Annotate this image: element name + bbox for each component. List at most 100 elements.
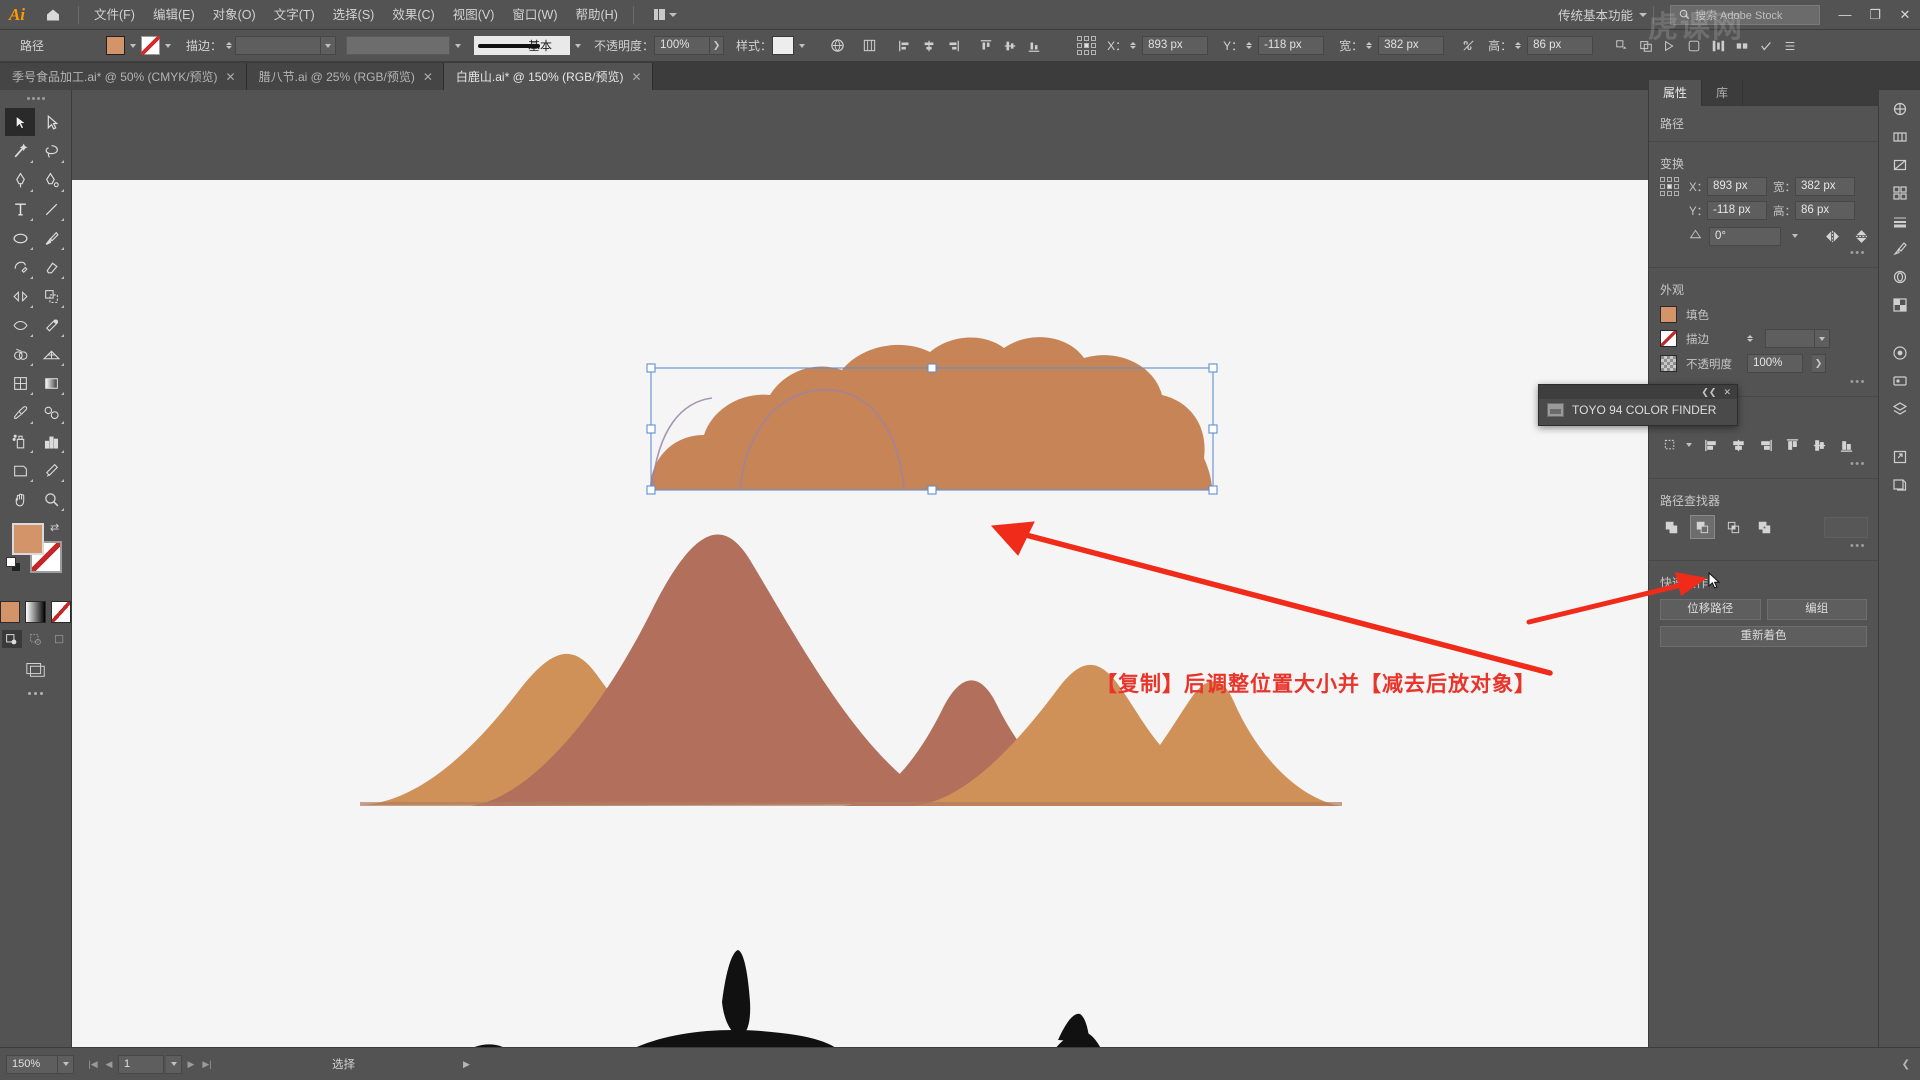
close-icon[interactable]: ✕ (631, 71, 641, 83)
pathfinder-exclude-icon[interactable] (1753, 516, 1776, 538)
panel-reference-point-selector[interactable] (1660, 177, 1679, 196)
x-stepper[interactable] (1130, 42, 1137, 49)
shape-builder-tool[interactable] (5, 340, 35, 368)
direct-selection-tool[interactable] (36, 108, 66, 136)
width-tool[interactable] (5, 311, 35, 339)
preferences-icon[interactable] (858, 35, 880, 57)
status-bar-right-icon[interactable]: ❮ (1902, 1059, 1910, 1070)
swap-fill-stroke-icon[interactable]: ⇄ (50, 521, 59, 534)
screen-mode-icon[interactable] (0, 660, 71, 678)
align-middle-v-icon[interactable] (999, 35, 1021, 57)
pen-tool[interactable] (5, 166, 35, 194)
y-stepper[interactable] (1246, 42, 1253, 49)
dock-stroke-icon[interactable] (1885, 208, 1915, 234)
dock-appearance-icon[interactable] (1885, 340, 1915, 366)
tab-properties[interactable]: 属性 (1649, 80, 1703, 106)
tab-libraries[interactable]: 库 (1702, 80, 1744, 106)
arrange-icon[interactable] (1635, 35, 1657, 57)
panel-stroke-weight-field[interactable] (1765, 329, 1815, 348)
panel-stroke-weight-combo[interactable] (1765, 329, 1830, 348)
panel-align-right-icon[interactable] (1754, 434, 1777, 456)
document-setup-icon[interactable] (826, 35, 848, 57)
zoom-control[interactable]: 150% (0, 1054, 74, 1074)
menu-view[interactable]: 视图(V) (444, 0, 504, 30)
column-graph-tool[interactable] (36, 427, 66, 455)
offset-path-button[interactable]: 位移路径 (1660, 599, 1761, 620)
dock-color-guide-icon[interactable] (1885, 124, 1915, 150)
artboard-tool[interactable] (5, 456, 35, 484)
panel-fill-swatch[interactable] (1660, 306, 1677, 323)
flip-horizontal-icon[interactable] (1821, 225, 1844, 247)
distribute-icon[interactable] (1707, 35, 1729, 57)
artboard-number-field[interactable]: 1 (118, 1054, 164, 1074)
document-tab-1[interactable]: 季号食品加工.ai* @ 50% (CMYK/预览) ✕ (0, 63, 247, 90)
eraser-tool[interactable] (36, 253, 66, 281)
confirm-icon[interactable] (1755, 35, 1777, 57)
height-stepper[interactable] (1515, 42, 1522, 49)
zoom-tool[interactable] (36, 485, 66, 513)
pathfinder-minus-front-icon[interactable] (1690, 515, 1715, 539)
restore-button[interactable]: ❐ (1860, 0, 1890, 30)
width-field[interactable]: 382 px (1378, 36, 1445, 55)
align-bottom-icon[interactable] (1023, 35, 1045, 57)
pathfinder-more-options[interactable]: ••• (1649, 540, 1878, 556)
document-tab-3[interactable]: 白鹿山.ai* @ 150% (RGB/预览) ✕ (443, 63, 653, 90)
dock-graphic-styles-icon[interactable] (1885, 368, 1915, 394)
align-to-selection-icon[interactable] (1659, 434, 1682, 456)
opacity-field[interactable]: 100% (654, 36, 711, 55)
align-more-options[interactable]: ••• (1649, 458, 1878, 474)
align-right-icon[interactable] (942, 35, 964, 57)
type-tool[interactable] (5, 195, 35, 223)
panel-height-field[interactable]: 86 px (1795, 201, 1855, 220)
panel-x-field[interactable]: 893 px (1707, 177, 1767, 196)
dock-symbols-icon[interactable] (1885, 264, 1915, 290)
next-artboard-icon[interactable]: ▶ (184, 1055, 198, 1074)
lock-proportions-icon[interactable] (1457, 35, 1479, 57)
status-expand-icon[interactable]: ▶ (463, 1059, 470, 1070)
stroke-weight-chevron-down-icon[interactable] (321, 36, 337, 55)
blend-tool[interactable] (36, 398, 66, 426)
hand-tool[interactable] (5, 485, 35, 513)
transform-more-options[interactable]: ••• (1649, 247, 1878, 263)
stroke-weight-field[interactable] (235, 36, 322, 55)
fill-color-swatch[interactable] (106, 36, 126, 55)
stroke-style-field[interactable] (346, 36, 451, 55)
align-left-icon[interactable] (894, 35, 916, 57)
dock-swatches-icon[interactable] (1885, 180, 1915, 206)
menu-object[interactable]: 对象(O) (204, 0, 265, 30)
panel-y-field[interactable]: -118 px (1707, 201, 1767, 220)
last-artboard-icon[interactable]: ▶| (200, 1055, 214, 1074)
toolbar-more-icon[interactable] (0, 692, 71, 695)
panel-width-field[interactable]: 382 px (1795, 177, 1855, 196)
menu-select[interactable]: 选择(S) (324, 0, 384, 30)
toyo-panel-titlebar[interactable]: ❮❮ ✕ (1539, 385, 1737, 399)
fill-color-box[interactable] (12, 523, 44, 555)
width-stepper[interactable] (1366, 42, 1373, 49)
workspace-label[interactable]: 传统基本功能 (1552, 5, 1639, 24)
workspace-chevron-down-icon[interactable] (1639, 12, 1647, 17)
adobe-stock-search[interactable]: 搜索 Adobe Stock (1670, 4, 1820, 25)
panel-align-top-icon[interactable] (1781, 434, 1804, 456)
panel-opacity-chevron-right-icon[interactable]: ❯ (1812, 354, 1826, 373)
free-transform-tool[interactable] (36, 311, 66, 339)
line-segment-tool[interactable] (36, 195, 66, 223)
panel-align-bottom-icon[interactable] (1835, 434, 1858, 456)
color-mode-button[interactable] (0, 601, 21, 623)
dock-transparency-icon[interactable] (1885, 292, 1915, 318)
selection-tool[interactable] (5, 108, 35, 136)
dock-gradient-icon[interactable] (1885, 152, 1915, 178)
toolbar-drag-handle[interactable] (0, 90, 71, 106)
style-chevron-down-icon[interactable] (799, 43, 806, 48)
eyedropper-tool[interactable] (5, 398, 35, 426)
lasso-tool[interactable] (36, 137, 66, 165)
minimize-button[interactable]: — (1830, 0, 1860, 30)
panel-angle-field[interactable]: 0° (1709, 226, 1781, 246)
panel-menu-icon[interactable] (1779, 35, 1801, 57)
panel-opacity-field[interactable]: 100% (1747, 354, 1803, 373)
graphic-style-swatch[interactable] (772, 36, 795, 55)
isolate-icon[interactable] (1683, 35, 1705, 57)
opacity-chevron-right-icon[interactable]: ❯ (710, 36, 725, 55)
pathfinder-intersect-icon[interactable] (1722, 516, 1745, 538)
stroke-style-chevron-down-icon[interactable] (455, 43, 462, 48)
align-to-chevron-down-icon[interactable] (1686, 443, 1692, 447)
